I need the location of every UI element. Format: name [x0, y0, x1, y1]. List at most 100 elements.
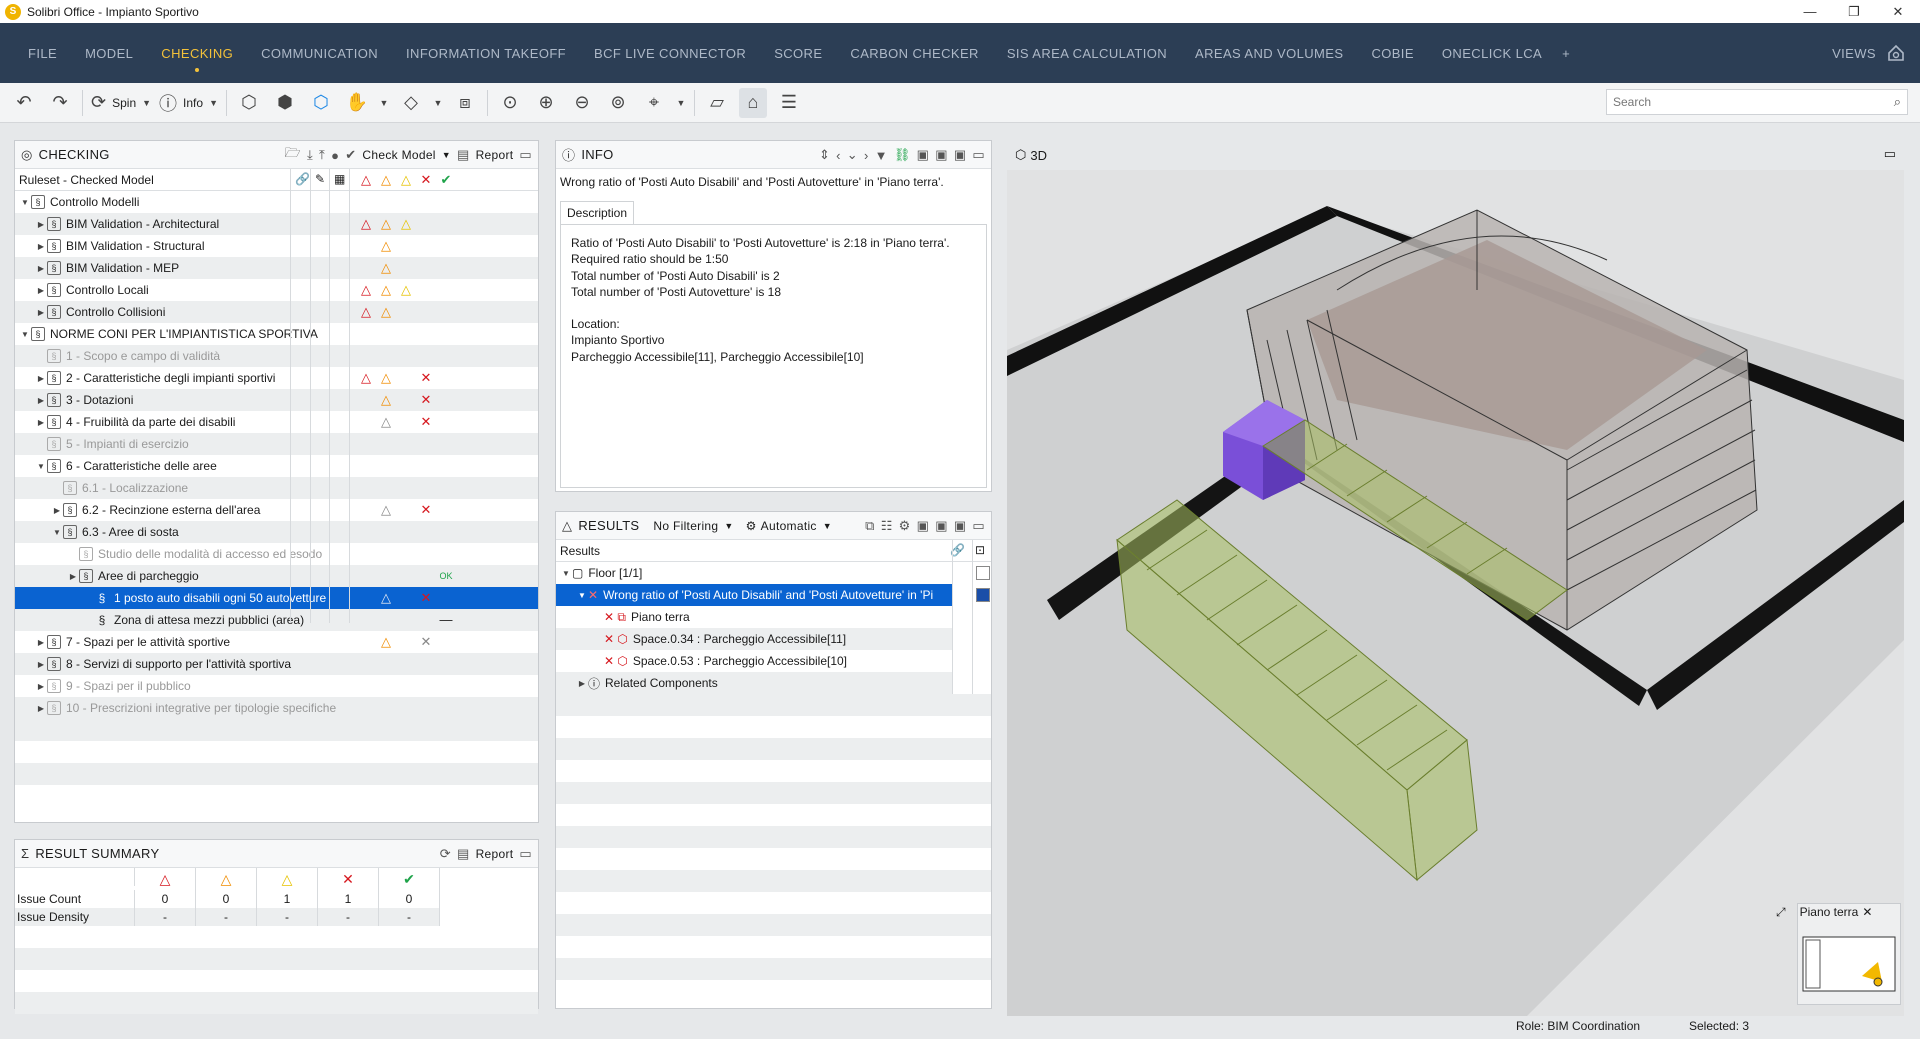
expand-toggle-icon[interactable]: ▼ — [19, 330, 31, 339]
clipboard3-icon[interactable]: ▣ — [954, 147, 967, 163]
accepted-col-icon[interactable]: ✔ — [436, 169, 456, 191]
camera-icon[interactable]: ⊡ — [975, 543, 985, 557]
export-icon[interactable]: ⤒ — [319, 147, 325, 163]
expand-toggle-icon[interactable]: ▼ — [560, 569, 572, 578]
info-dropdown-icon[interactable]: ▼ — [875, 148, 888, 163]
expand-toggle-icon[interactable]: ▶ — [576, 679, 588, 688]
expand-toggle-icon[interactable]: ▶ — [35, 638, 47, 647]
visibility-checkbox[interactable] — [976, 588, 990, 602]
rule-row[interactable]: ▶ § 2 - Caratteristiche degli impianti spo… — [15, 367, 538, 389]
menu-file[interactable]: FILE — [28, 46, 57, 61]
rule-row[interactable]: § 6.1 - Localizzazione — [15, 477, 538, 499]
rule-row[interactable]: ▶ § Controllo Collisioni △ △ — [15, 301, 538, 323]
minimap-close-icon[interactable]: ✕ — [1862, 905, 1872, 919]
menu-model[interactable]: MODEL — [85, 46, 133, 61]
refresh-summary-icon[interactable]: ⟳ — [440, 846, 451, 862]
description-tab[interactable]: Description — [560, 201, 635, 224]
link-col-icon[interactable]: 🔗 — [295, 172, 310, 186]
filter-dropdown[interactable]: No Filtering — [653, 519, 718, 533]
floor-plan-icon[interactable]: ▱ — [703, 88, 731, 118]
map-icon[interactable]: ⌂ — [738, 87, 767, 118]
next-icon[interactable]: › — [864, 148, 869, 163]
list-icon[interactable]: ☷ — [881, 518, 893, 534]
expand-toggle-icon[interactable]: ▶ — [35, 682, 47, 691]
rule-row[interactable]: § Studio delle modalità di accesso ed eso… — [15, 543, 538, 565]
search-icon[interactable]: ⌕ — [1894, 94, 1901, 110]
floor-minimap[interactable]: ⤢ Piano terra ✕ — [1776, 903, 1901, 1005]
expand-toggle-icon[interactable]: ▶ — [35, 396, 47, 405]
rule-row[interactable]: ▶ § 9 - Spazi per il pubblico — [15, 675, 538, 697]
maximize-info-icon[interactable]: ▭ — [972, 147, 985, 163]
expand-toggle-icon[interactable]: ▶ — [35, 264, 47, 273]
menu-sis-area-calculation[interactable]: SIS AREA CALCULATION — [1007, 46, 1167, 61]
expand-toggle-icon[interactable]: ▶ — [35, 704, 47, 713]
search-box[interactable]: Search ⌕ — [1606, 89, 1908, 115]
zoom-out-icon[interactable]: ⊖ — [568, 88, 596, 118]
rule-row[interactable]: ▶ § 3 - Dotazioni △ ✕ — [15, 389, 538, 411]
show-all-icon[interactable]: ⬡ — [235, 88, 263, 118]
critical-col-icon[interactable]: △ — [356, 169, 376, 191]
menu-score[interactable]: SCORE — [774, 46, 822, 61]
isolate-icon[interactable]: ⬢ — [271, 88, 299, 118]
home-icon[interactable] — [1886, 43, 1906, 63]
expand-toggle-icon[interactable]: ▶ — [35, 660, 47, 669]
menu-communication[interactable]: COMMUNICATION — [261, 46, 378, 61]
rule-row[interactable]: ▶ § Controllo Locali △ △ △ — [15, 279, 538, 301]
menu-areas-and-volumes[interactable]: AREAS AND VOLUMES — [1195, 46, 1343, 61]
add-tab-button[interactable]: + — [1562, 46, 1570, 61]
rule-row[interactable]: § 5 - Impianti di esercizio — [15, 433, 538, 455]
menu-information-takeoff[interactable]: INFORMATION TAKEOFF — [406, 46, 566, 61]
result-row[interactable]: ✕ ⧉ Piano terra — [556, 606, 952, 628]
rule-row[interactable]: ▼ § 6 - Caratteristiche delle aree — [15, 455, 538, 477]
open-ruleset-icon[interactable]: 🗁 — [285, 144, 301, 166]
copy3-icon[interactable]: ▣ — [954, 518, 967, 534]
copy-icon[interactable]: ▣ — [917, 518, 930, 534]
expand-toggle-icon[interactable]: ▼ — [51, 528, 63, 537]
mode-dropdown-icon[interactable]: ▼ — [823, 521, 832, 531]
rule-row[interactable]: ▶ § 4 - Fruibilità da parte dei disabili △ ✕ — [15, 411, 538, 433]
box-view-icon[interactable]: ◇ — [397, 88, 425, 118]
table-col-icon[interactable]: ▦ — [334, 172, 345, 186]
views-menu[interactable]: VIEWS — [1832, 46, 1876, 61]
search-input[interactable]: Search — [1613, 95, 1651, 109]
result-row[interactable]: ▼ ▢ Floor [1/1] — [556, 562, 990, 584]
restore-icon[interactable]: ❐ — [1832, 0, 1876, 23]
import-icon[interactable]: ⤓ — [307, 147, 313, 163]
clipboard-icon[interactable]: ▣ — [917, 147, 930, 163]
layers-icon[interactable]: ☰ — [775, 88, 803, 118]
rule-row[interactable]: ▼ § NORME CONI PER L'IMPIANTISTICA SPORTIV… — [15, 323, 538, 345]
result-row[interactable]: ▼ ✕ Wrong ratio of 'Posti Auto Disabili' a… — [556, 584, 990, 606]
zoom-fit-icon[interactable]: ⊙ — [496, 88, 524, 118]
expand-toggle-icon[interactable]: ▶ — [67, 572, 79, 581]
result-row[interactable]: ✕ ⬡ Space.0.34 : Parcheggio Accessibile[1… — [556, 628, 952, 650]
visibility-checkbox[interactable] — [976, 566, 990, 580]
minimap-plan[interactable] — [1802, 936, 1896, 992]
section-icon[interactable]: ⧈ — [451, 88, 479, 118]
link-info-icon[interactable]: ⛓ — [894, 147, 911, 163]
clipboard2-icon[interactable]: ▣ — [935, 147, 948, 163]
zoom-selection-icon[interactable]: ⊚ — [604, 88, 632, 118]
result-row[interactable]: ✕ ⬡ Space.0.53 : Parcheggio Accessibile[1… — [556, 650, 952, 672]
measure-dropdown-icon[interactable]: ▼ — [676, 88, 686, 118]
hide-icon[interactable]: ⬡ — [307, 88, 335, 118]
info-button[interactable]: ⓘ Info ▼ — [159, 88, 218, 118]
maximize-results-icon[interactable]: ▭ — [972, 518, 985, 534]
rule-row[interactable]: § Zona di attesa mezzi pubblici (area) — — [15, 609, 538, 631]
stop-icon[interactable]: ● — [331, 148, 339, 163]
expand-toggle-icon[interactable]: ▶ — [35, 220, 47, 229]
filter-dropdown-icon[interactable]: ▼ — [724, 521, 733, 531]
menu-bcf-live-connector[interactable]: BCF LIVE CONNECTOR — [594, 46, 746, 61]
summary-report-button[interactable]: Report — [476, 847, 514, 861]
rule-row[interactable]: ▶ § BIM Validation - Architectural △ △ △ — [15, 213, 538, 235]
low-col-icon[interactable]: △ — [396, 169, 416, 191]
expand-toggle-icon[interactable]: ▶ — [51, 506, 63, 515]
copy2-icon[interactable]: ▣ — [935, 518, 948, 534]
rejected-col-icon[interactable]: ✕ — [416, 169, 436, 191]
menu-cobie[interactable]: COBIE — [1371, 46, 1413, 61]
rule-row[interactable]: ▶ § 8 - Servizi di supporto per l'attività… — [15, 653, 538, 675]
expand-toggle-icon[interactable]: ▶ — [35, 418, 47, 427]
undo-icon[interactable]: ↶ — [10, 88, 38, 118]
expand-toggle-icon[interactable]: ▶ — [35, 286, 47, 295]
spin-button[interactable]: ⟳ Spin ▼ — [91, 88, 151, 118]
viewport-3d[interactable] — [1007, 170, 1904, 1016]
